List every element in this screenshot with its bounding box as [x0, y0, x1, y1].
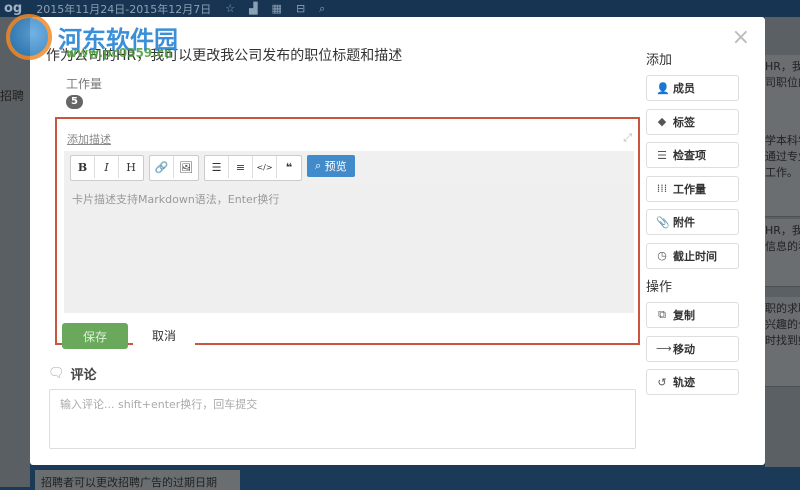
label: 工作量	[673, 182, 706, 196]
move-button[interactable]: ⟶ 移动	[646, 335, 739, 362]
date-range[interactable]: 2015年11月24日-2015年12月7日	[36, 1, 211, 17]
grid-icon: ⁞⁞⁞	[656, 182, 668, 195]
preview-button[interactable]: ⌕ 预览	[307, 155, 355, 177]
top-bar: og 2015年11月24日-2015年12月7日 ☆ ▟ ▦ ⊟ ⌕	[0, 0, 800, 17]
quote-icon[interactable]: ❝	[277, 156, 301, 178]
clock-icon: ◷	[657, 249, 667, 262]
image-icon[interactable]: 🖼	[174, 156, 198, 178]
add-workload-button[interactable]: ⁞⁞⁞ 工作量	[646, 175, 739, 202]
close-icon[interactable]: ×	[732, 25, 750, 50]
card-detail-modal: × 作为公司的HR，我可以更改我公司发布的职位标题和描述 工作量 5 添加描述 …	[30, 17, 765, 465]
bg-card: HR，我 司职位的	[765, 55, 800, 137]
expand-icon[interactable]: ⤢	[623, 131, 632, 145]
label: 截止时间	[673, 249, 717, 263]
label: 检查项	[673, 149, 706, 162]
paperclip-icon: 📎	[656, 215, 670, 229]
chart-icon[interactable]: ▟	[249, 2, 257, 15]
left-card-text: 招聘	[0, 89, 25, 103]
comment-input[interactable]: 输入评论... shift+enter换行，回车提交	[49, 389, 636, 449]
card-title[interactable]: 作为公司的HR，我可以更改我公司发布的职位标题和描述	[46, 45, 402, 65]
add-member-button[interactable]: 👤 成员	[646, 75, 739, 101]
bold-button[interactable]: B	[71, 156, 95, 178]
arrow-right-icon: ⟶	[656, 342, 672, 355]
label: 附件	[673, 216, 695, 229]
cancel-button[interactable]: 取消	[133, 323, 195, 347]
save-button[interactable]: 保存	[62, 323, 128, 349]
table-icon[interactable]: ▦	[272, 2, 282, 15]
add-due-date-button[interactable]: ◷ 截止时间	[646, 242, 739, 269]
comments-label: 评论	[70, 368, 97, 383]
search-icon[interactable]: ⌕	[319, 2, 325, 16]
list-icon: ☰	[657, 148, 667, 162]
bg-card: HR，我 信息的看	[765, 219, 800, 287]
copy-icon: ⧉	[658, 308, 666, 321]
copy-button[interactable]: ⧉ 复制	[646, 302, 739, 328]
bg-card: 学本科学 通过专业 工作。	[765, 129, 800, 217]
bg-card: 招聘者可以更改招聘广告的过期日期	[35, 470, 240, 490]
add-label-button[interactable]: ◆ 标签	[646, 108, 739, 135]
history-button[interactable]: ↺ 轨迹	[646, 369, 739, 395]
link-icon[interactable]: 🔗	[150, 156, 174, 178]
heading-button[interactable]: H	[119, 156, 143, 178]
label: 轨迹	[673, 376, 695, 389]
description-editor: 添加描述 ⤢ B I H 🔗 🖼 ☰ ≡ </> ❝ ⌕ 预览 卡片描述支持Ma…	[55, 117, 640, 349]
comments-icon: 🗨	[48, 366, 65, 381]
preview-label: 预览	[324, 160, 347, 173]
card-sidebar: 添加 👤 成员 ◆ 标签 ☰ 检查项 ⁞⁞⁞ 工作量 📎 附件 ◷ 截止时间 操作 ⧉ 复制 …	[646, 49, 746, 403]
workload-badge[interactable]: 5	[66, 95, 83, 109]
brand: og	[4, 1, 23, 16]
label: 移动	[673, 342, 695, 356]
description-textarea[interactable]: 卡片描述支持Markdown语法，Enter换行	[64, 185, 634, 313]
add-checklist-button[interactable]: ☰ 检查项	[646, 142, 739, 168]
label: 成员	[673, 82, 695, 95]
history-icon: ↺	[657, 375, 667, 389]
tag-icon: ◆	[657, 115, 667, 128]
bullet-list-icon[interactable]: ☰	[205, 156, 229, 178]
left-column: 招聘	[0, 17, 30, 487]
panel-icon[interactable]: ⊟	[296, 2, 305, 15]
italic-button[interactable]: I	[95, 156, 119, 178]
editor-toolbar: B I H 🔗 🖼 ☰ ≡ </> ❝ ⌕ 预览	[64, 151, 634, 185]
bg-card: 职的求职 兴趣的公 时找到好	[765, 297, 800, 387]
label: 标签	[673, 115, 695, 129]
label: 复制	[673, 309, 695, 322]
comments-heading: 🗨 评论	[48, 364, 97, 383]
user-plus-icon: 👤	[656, 81, 670, 95]
workload-label: 工作量	[66, 77, 103, 91]
search-icon: ⌕	[315, 159, 325, 172]
add-attachment-button[interactable]: 📎 附件	[646, 209, 739, 235]
star-icon[interactable]: ☆	[225, 2, 235, 15]
numbered-list-icon[interactable]: ≡	[229, 156, 253, 178]
operations-heading: 操作	[646, 280, 673, 295]
right-column: HR，我 司职位的 学本科学 通过专业 工作。 HR，我 信息的看 职的求职 兴…	[765, 17, 800, 467]
code-icon[interactable]: </>	[253, 156, 277, 178]
add-heading: 添加	[646, 53, 673, 68]
add-description-link[interactable]: 添加描述	[67, 131, 111, 147]
